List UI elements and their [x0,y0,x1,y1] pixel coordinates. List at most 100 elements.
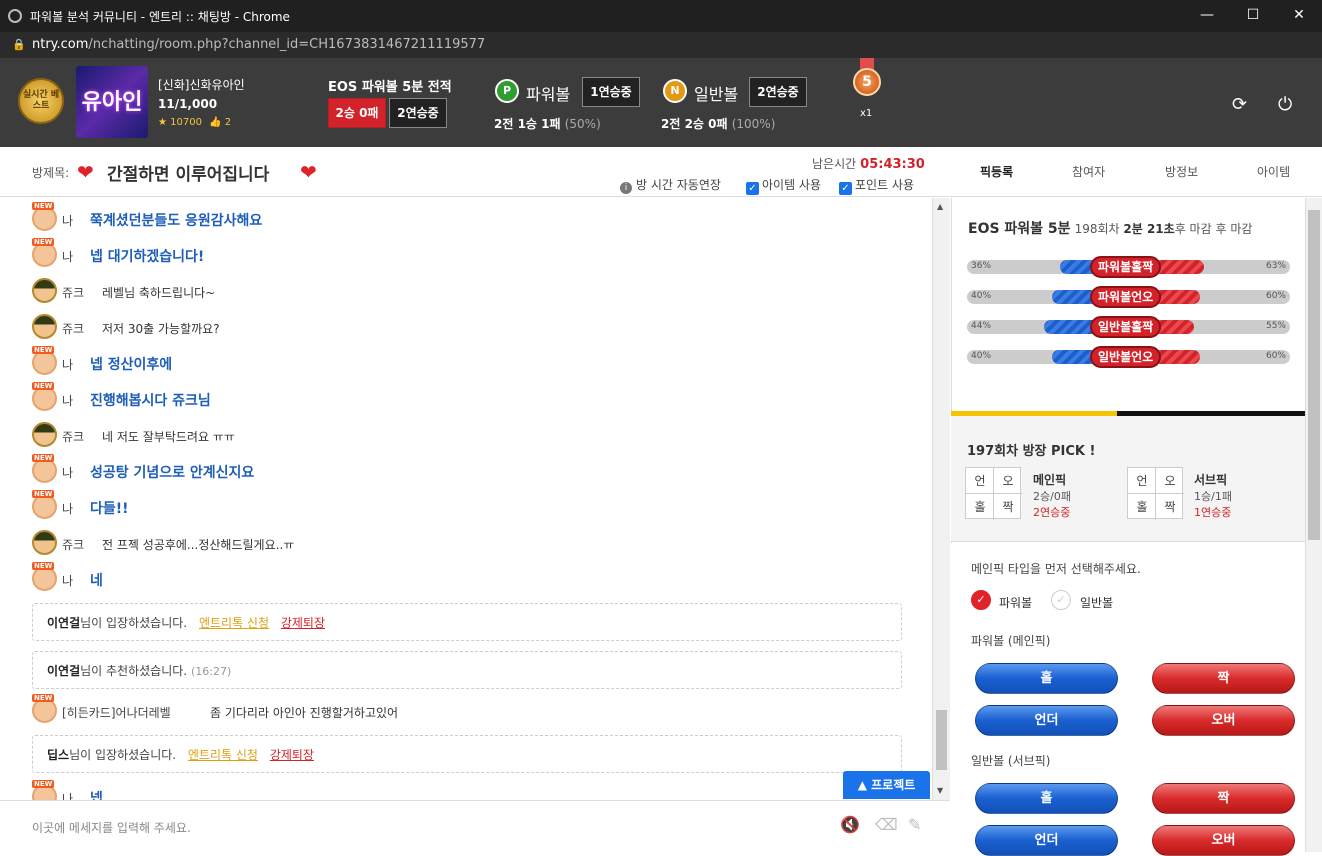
info-icon: i [620,182,632,194]
sub-pick-grid: 언오 홀짝 [1127,467,1184,520]
maximize-button[interactable]: ☐ [1230,0,1276,32]
powerball-odd-button[interactable]: 홀 [975,663,1118,694]
kick-link[interactable]: 강제퇴장 [281,616,325,630]
avatar [32,562,57,591]
chat-message: 나진행해봅시다 쥬크님 [32,382,912,414]
ratio-bar: 40% 60% 파워볼언오 [967,286,1290,308]
powerball-over-button[interactable]: 오버 [1152,705,1295,736]
radio-powerball-label[interactable]: 파워볼 [999,594,1032,611]
star-icon: ★ [158,117,167,128]
eraser-icon[interactable]: ⌫ [875,815,898,834]
powerball-label: 파워볼 [526,85,571,104]
avatar [32,314,57,339]
ratio-bar: 44% 55% 일반볼홀짝 [967,316,1290,338]
normalball-odd-button[interactable]: 홀 [975,783,1118,814]
scroll-thumb[interactable] [1308,210,1320,540]
normalball-even-button[interactable]: 짝 [1152,783,1295,814]
radio-normalball-label[interactable]: 일반볼 [1080,594,1113,611]
point-use-checkbox[interactable]: ✓ 포인트 사용 [839,176,914,195]
tab-participants[interactable]: 참여자 [1072,163,1105,180]
system-message-recommend: 이연걸님이 추천하셨습니다. (16:27) [32,651,902,689]
ratio-right-pct: 60% [1265,351,1286,361]
ratio-right-pct: 55% [1265,321,1286,331]
tab-items[interactable]: 아이템 [1257,163,1290,180]
heart-icon: ❤ [77,160,94,184]
medal-icon[interactable]: 5 [853,68,881,96]
powerball-under-button[interactable]: 언더 [975,705,1118,736]
entry-talk-link[interactable]: 엔트리톡 신청 [188,748,258,762]
scroll-down-icon: ▼ [937,786,944,795]
lock-icon: 🔒 [12,38,26,51]
main-pick-grid: 언오 홀짝 [965,467,1022,520]
panel-scrollbar[interactable] [1305,198,1322,852]
item-use-checkbox[interactable]: ✓ 아이템 사용 [746,176,821,195]
browser-app-icon [8,9,22,23]
chat-input[interactable]: 이곳에 메세지를 입력해 주세요. [32,819,191,836]
normalball-over-button[interactable]: 오버 [1152,825,1295,856]
ratio-left-pct: 44% [971,321,992,331]
star-count: 10700 [170,117,202,128]
auto-extend-option[interactable]: i방 시간 자동연장 [620,176,721,194]
scroll-up-icon: ▲ [937,202,944,211]
checkbox-checked-icon: ✓ [746,182,759,195]
entry-talk-link[interactable]: 엔트리톡 신청 [199,616,269,630]
radio-powerball-checked-icon[interactable]: ✓ [971,590,991,610]
powerball-icon: P [495,79,519,103]
powerball-section-label: 파워볼 (메인픽) [971,634,1051,648]
normalball-streak: 2연승중 [749,77,807,107]
avatar [32,278,57,303]
avatar [32,694,57,723]
chat-message: 나성공탕 기념으로 안계신지요 [32,454,912,486]
ratio-left-pct: 40% [971,351,992,361]
address-bar[interactable]: 🔒 ntry.com/nchatting/room.php?channel_id… [0,32,1322,58]
chat-message: [히든카드]어나더레벨좀 기다리라 아인아 진행할거하고있어 [32,694,912,726]
magic-wand-icon[interactable]: ✎ [908,815,921,834]
normalball-icon: N [663,79,687,103]
normalball-section-label: 일반볼 (서브픽) [971,754,1051,768]
avatar [32,422,57,447]
scroll-thumb[interactable] [936,710,947,770]
refresh-icon[interactable]: ⟳ [1232,94,1247,115]
normalball-under-button[interactable]: 언더 [975,825,1118,856]
project-button[interactable]: ▲ 프로젝트 [843,771,930,799]
sub-pick-record: 1승/1패 [1194,490,1232,503]
main-pick-record: 2승/0패 [1033,490,1071,503]
chat-message: 쥬크 레벨님 축하드립니다~ [32,278,912,306]
chat-message: 나쭉계셨던분들도 응원감사해요 [32,202,912,234]
tab-room-info[interactable]: 방정보 [1165,163,1198,180]
system-message-enter: 딥스님이 입장하셨습니다. 엔트리톡 신청 강제퇴장 [32,735,902,773]
chat-message: 쥬크 전 프젝 성공후에...정산해드릴게요..ㅠ [32,530,912,558]
chat-scrollbar[interactable]: ▲ ▼ [932,198,950,800]
ratio-right-pct: 63% [1265,261,1286,271]
powerball-even-button[interactable]: 짝 [1152,663,1295,694]
minimize-button[interactable]: — [1184,0,1230,32]
powerball-record: 2전 1승 1패 (50%) [494,117,601,131]
profile-image[interactable]: 유아인 [76,66,148,138]
avatar [32,202,57,231]
mute-icon[interactable]: 🔇 [840,815,860,834]
powerball-streak: 1연승중 [582,77,640,107]
normalball-label: 일반볼 [694,85,739,104]
power-icon[interactable]: ⏻ [1278,94,1292,115]
bet-hint: 메인픽 타입을 먼저 선택해주세요. [971,562,1141,576]
browser-title-bar: 파워볼 분석 커뮤니티 - 엔트리 :: 채팅방 - Chrome — ☐ ✕ [0,0,1322,32]
stats-title: EOS 파워볼 5분 198회차 2분 21초후 마감 후 마감 [968,221,1253,237]
chat-message: 나넵 정산이후에 [32,346,912,378]
kick-link[interactable]: 강제퇴장 [270,748,314,762]
chat-log[interactable]: 나쭉계셨던분들도 응원감사해요 나넵 대기하겠습니다! 쥬크레벨님 축하드립니다… [0,198,932,800]
avatar [32,382,57,411]
url-text[interactable]: ntry.com/nchatting/room.php?channel_id=C… [32,37,485,52]
room-info-bar: 방제목: ❤ 간절하면 이루어집니다 ❤ 남은시간 05:43:30 i방 시간 … [0,147,1322,197]
tab-pick-register[interactable]: 픽등록 [980,163,1013,180]
main-pick-streak: 2연승중 [1033,506,1071,519]
host-user-name[interactable]: [신화]신화유아인 [158,76,245,93]
chat-message: 나넵 대기하겠습니다! [32,238,912,270]
avatar [32,238,57,267]
host-pick-title: 197회차 방장 PICK ! [967,444,1096,459]
radio-normalball-icon[interactable]: ✓ [1051,590,1071,610]
room-title-label: 방제목: [32,166,70,180]
avatar [32,454,57,483]
ratio-left-pct: 36% [971,261,992,271]
eos-record-title: EOS 파워볼 5분 전적 [328,80,452,95]
close-button[interactable]: ✕ [1276,0,1322,32]
